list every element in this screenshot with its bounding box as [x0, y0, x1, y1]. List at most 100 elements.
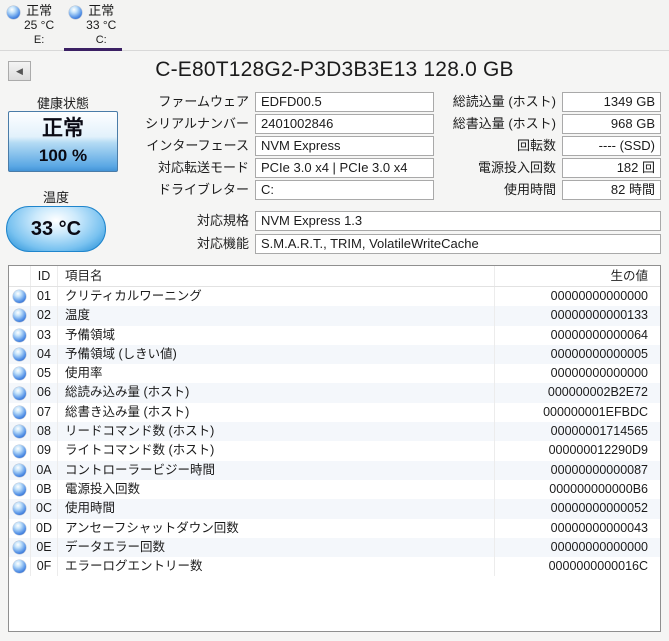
- drive-tab-letter: C:: [95, 34, 107, 46]
- table-row[interactable]: 09 ライトコマンド数 (ホスト) 000000012290D9: [9, 441, 660, 461]
- drive-info-wide: 対応規格 NVM Express 1.3 対応機能 S.M.A.R.T., TR…: [0, 211, 661, 257]
- drive-status-orb-icon: [69, 6, 83, 19]
- attribute-raw-value: 00000000000000: [550, 366, 648, 381]
- attribute-id: 0C: [31, 499, 58, 519]
- row-status-cell: [9, 287, 31, 307]
- attribute-id: 04: [31, 344, 58, 365]
- info-row: 対応転送モード PCIe 3.0 x4 | PCIe 3.0 x4: [0, 158, 434, 180]
- attribute-name: 総書き込み量 (ホスト): [58, 402, 495, 423]
- row-status-cell: [9, 460, 31, 480]
- attribute-raw-value: 00000000000000: [550, 539, 648, 554]
- attribute-id: 09: [31, 441, 58, 461]
- info-row: シリアルナンバー 2401002846: [0, 114, 434, 136]
- row-status-cell: [9, 306, 31, 326]
- attribute-name: ライトコマンド数 (ホスト): [58, 441, 495, 461]
- attribute-id: 05: [31, 364, 58, 384]
- status-orb-icon: [13, 444, 26, 458]
- attribute-id: 02: [31, 306, 58, 326]
- info-field-label: ドライブレター: [157, 182, 249, 197]
- info-field-label: インターフェース: [146, 138, 249, 153]
- status-orb-icon: [13, 463, 26, 477]
- table-row[interactable]: 02 温度 00000000000133: [9, 306, 660, 326]
- row-status-cell: [9, 402, 31, 423]
- table-row[interactable]: 06 総読み込み量 (ホスト) 000000002B2E72: [9, 383, 660, 403]
- table-row[interactable]: 0C 使用時間 00000000000052: [9, 499, 660, 519]
- table-row[interactable]: 0B 電源投入回数 000000000000B6: [9, 479, 660, 500]
- info-field-label: 使用時間: [503, 182, 556, 197]
- status-orb-icon: [13, 521, 26, 535]
- attribute-id: 0F: [31, 557, 58, 577]
- status-orb-icon: [13, 386, 26, 400]
- info-row: 対応規格 NVM Express 1.3: [0, 211, 661, 234]
- info-field-value: S.M.A.R.T., TRIM, VolatileWriteCache: [255, 234, 661, 254]
- attribute-id: 03: [31, 325, 58, 345]
- smart-table-header: ID 項目名 生の値: [9, 266, 660, 287]
- table-row[interactable]: 04 予備領域 (しきい値) 00000000000005: [9, 344, 660, 365]
- info-row: 電源投入回数 182 回: [440, 158, 661, 180]
- table-row[interactable]: 08 リードコマンド数 (ホスト) 00000001714565: [9, 422, 660, 442]
- row-status-cell: [9, 422, 31, 442]
- info-field-value: C:: [255, 180, 434, 200]
- attribute-name: 総読み込み量 (ホスト): [58, 383, 495, 403]
- info-field-value: 82 時間: [562, 180, 661, 200]
- info-field-value: NVM Express: [255, 136, 434, 156]
- table-row[interactable]: 0F エラーログエントリー数 0000000000016C: [9, 557, 660, 577]
- row-status-cell: [9, 537, 31, 558]
- drive-tab-text: 正常 25 °C E:: [24, 3, 54, 48]
- info-row: 総書込量 (ホスト) 968 GB: [440, 114, 661, 136]
- drive-tab-letter: E:: [33, 34, 45, 46]
- attribute-id: 0E: [31, 537, 58, 558]
- drive-info-left: ファームウェア EDFD00.5 シリアルナンバー 2401002846 インタ…: [0, 92, 434, 202]
- drive-tab-status: 正常: [88, 3, 115, 18]
- attribute-raw-value: 00000000000000: [550, 289, 648, 303]
- info-row: ドライブレター C:: [0, 180, 434, 202]
- table-row[interactable]: 0A コントローラービジー時間 00000000000087: [9, 460, 660, 480]
- attribute-name: リードコマンド数 (ホスト): [58, 422, 495, 442]
- table-row[interactable]: 07 総書き込み量 (ホスト) 000000001EFBDC: [9, 402, 660, 423]
- drive-tab[interactable]: 正常 33 °C C:: [62, 0, 124, 51]
- info-row: 使用時間 82 時間: [440, 180, 661, 202]
- table-row[interactable]: 01 クリティカルワーニング 00000000000000: [9, 287, 660, 307]
- attribute-id: 08: [31, 422, 58, 442]
- attribute-id: 01: [31, 287, 58, 307]
- status-orb-icon: [13, 405, 26, 419]
- info-field-value: PCIe 3.0 x4 | PCIe 3.0 x4: [255, 158, 434, 178]
- row-status-cell: [9, 344, 31, 365]
- attribute-raw-value: 00000000000005: [550, 346, 648, 361]
- status-orb-icon: [13, 502, 26, 516]
- info-field-value: 968 GB: [562, 114, 661, 134]
- status-orb-icon: [13, 425, 26, 439]
- attribute-raw-value: 00000001714565: [550, 424, 648, 439]
- attribute-id: 07: [31, 402, 58, 423]
- info-field-value: EDFD00.5: [255, 92, 434, 112]
- status-orb-icon: [13, 290, 26, 304]
- attribute-name: クリティカルワーニング: [58, 287, 495, 307]
- attribute-raw-value: 00000000000064: [550, 327, 648, 342]
- drive-status-orb-icon: [7, 6, 20, 19]
- table-row[interactable]: 03 予備領域 00000000000064: [9, 325, 660, 345]
- row-status-cell: [9, 479, 31, 500]
- info-field-label: ファームウェア: [158, 94, 249, 109]
- table-row[interactable]: 0E データエラー回数 00000000000000: [9, 537, 660, 558]
- attribute-name: 予備領域: [58, 325, 495, 345]
- table-row[interactable]: 05 使用率 00000000000000: [9, 364, 660, 384]
- row-status-cell: [9, 364, 31, 384]
- info-row: インターフェース NVM Express: [0, 136, 434, 158]
- smart-table-body: 01 クリティカルワーニング 00000000000000 02 温度 0000…: [9, 287, 660, 577]
- row-status-cell: [9, 557, 31, 577]
- info-field-label: 総読込量 (ホスト): [452, 94, 556, 109]
- row-status-cell: [9, 499, 31, 519]
- attribute-name: コントローラービジー時間: [58, 460, 495, 480]
- info-field-label: 対応機能: [196, 236, 249, 251]
- attribute-name: 予備領域 (しきい値): [58, 344, 495, 365]
- attribute-raw-value: 00000000000087: [550, 462, 648, 477]
- status-orb-icon: [13, 328, 26, 342]
- table-row[interactable]: 0D アンセーフシャットダウン回数 00000000000043: [9, 518, 660, 538]
- attribute-raw-value: 00000000000133: [550, 308, 648, 323]
- drive-tab[interactable]: 正常 25 °C E:: [0, 0, 62, 51]
- attribute-name: データエラー回数: [58, 537, 495, 558]
- attribute-name: 使用率: [58, 364, 495, 384]
- header-item-name: 項目名: [58, 266, 495, 286]
- attribute-name: アンセーフシャットダウン回数: [58, 518, 495, 538]
- drive-tab-status: 正常: [26, 3, 53, 18]
